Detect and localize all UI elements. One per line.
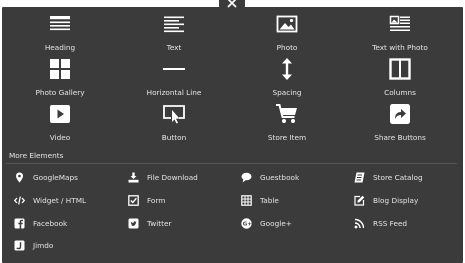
- tile-label: Video: [49, 133, 71, 142]
- item-label: RSS Feed: [373, 219, 408, 228]
- divider: [6, 163, 457, 164]
- tile-heading[interactable]: Heading: [14, 12, 106, 52]
- tile-label: Horizontal Line: [146, 88, 202, 97]
- text-with-photo-icon: [354, 12, 446, 36]
- map-pin-icon: [14, 172, 25, 183]
- tile-label: Store Item: [267, 133, 307, 142]
- code-icon: [14, 195, 25, 206]
- close-button[interactable]: [224, 0, 240, 10]
- item-label: Jimdo: [33, 241, 54, 250]
- video-icon: [14, 102, 106, 126]
- item-label: GoogleMaps: [33, 173, 78, 182]
- item-label: Twitter: [147, 219, 172, 228]
- tile-store-item[interactable]: Store Item: [241, 102, 333, 142]
- tile-label: Heading: [44, 43, 76, 52]
- tile-button[interactable]: Button: [128, 102, 220, 142]
- tile-label: Text: [166, 43, 182, 52]
- tile-label: Button: [161, 133, 187, 142]
- jimdo-icon: [14, 240, 25, 251]
- item-label: Blog Display: [373, 196, 419, 205]
- speech-bubble-icon: [241, 172, 252, 183]
- twitter-icon: [128, 218, 139, 229]
- share-icon: [354, 102, 446, 126]
- tile-photo[interactable]: Photo: [241, 12, 333, 52]
- tile-text[interactable]: Text: [128, 12, 220, 52]
- svg-text:G+: G+: [243, 222, 252, 228]
- tile-label: Columns: [384, 88, 416, 97]
- tile-label: Photo Gallery: [35, 88, 85, 97]
- heading-icon: [14, 12, 106, 36]
- tile-horizontal-line[interactable]: Horizontal Line: [128, 57, 220, 97]
- item-label: Facebook: [33, 219, 68, 228]
- tile-spacing[interactable]: Spacing: [241, 57, 333, 97]
- tile-share-buttons[interactable]: Share Buttons: [354, 102, 446, 142]
- tile-label: Photo: [276, 43, 298, 52]
- facebook-icon: [14, 218, 25, 229]
- photo-icon: [241, 12, 333, 36]
- photo-gallery-icon: [14, 57, 106, 81]
- tile-columns[interactable]: Columns: [354, 57, 446, 97]
- item-label: File Download: [147, 173, 198, 182]
- columns-icon: [354, 57, 446, 81]
- table-icon: [241, 195, 252, 206]
- item-label: Table: [260, 196, 279, 205]
- tile-label: Share Buttons: [374, 133, 426, 142]
- spacing-icon: [241, 57, 333, 81]
- text-icon: [128, 12, 220, 36]
- rss-icon: [354, 218, 365, 229]
- item-label: Form: [147, 196, 166, 205]
- form-checkbox-icon: [128, 195, 139, 206]
- tile-photo-gallery[interactable]: Photo Gallery: [14, 57, 106, 97]
- download-icon: [128, 172, 139, 183]
- tile-label: Text with Photo: [372, 43, 428, 52]
- close-icon: [227, 0, 237, 8]
- tile-text-with-photo[interactable]: Text with Photo: [354, 12, 446, 52]
- item-label: Widget / HTML: [33, 196, 87, 205]
- blog-edit-icon: [354, 195, 365, 206]
- item-label: Store Catalog: [373, 173, 423, 182]
- item-label: Guestbook: [260, 173, 300, 182]
- button-icon: [128, 102, 220, 126]
- catalog-icon: [354, 172, 365, 183]
- cart-icon: [241, 102, 333, 126]
- more-elements-title: More Elements: [9, 151, 64, 160]
- tile-video[interactable]: Video: [14, 102, 106, 142]
- google-plus-icon: G+: [241, 218, 252, 229]
- horizontal-line-icon: [128, 57, 220, 81]
- item-label: Google+: [260, 219, 292, 228]
- tile-label: Spacing: [272, 88, 302, 97]
